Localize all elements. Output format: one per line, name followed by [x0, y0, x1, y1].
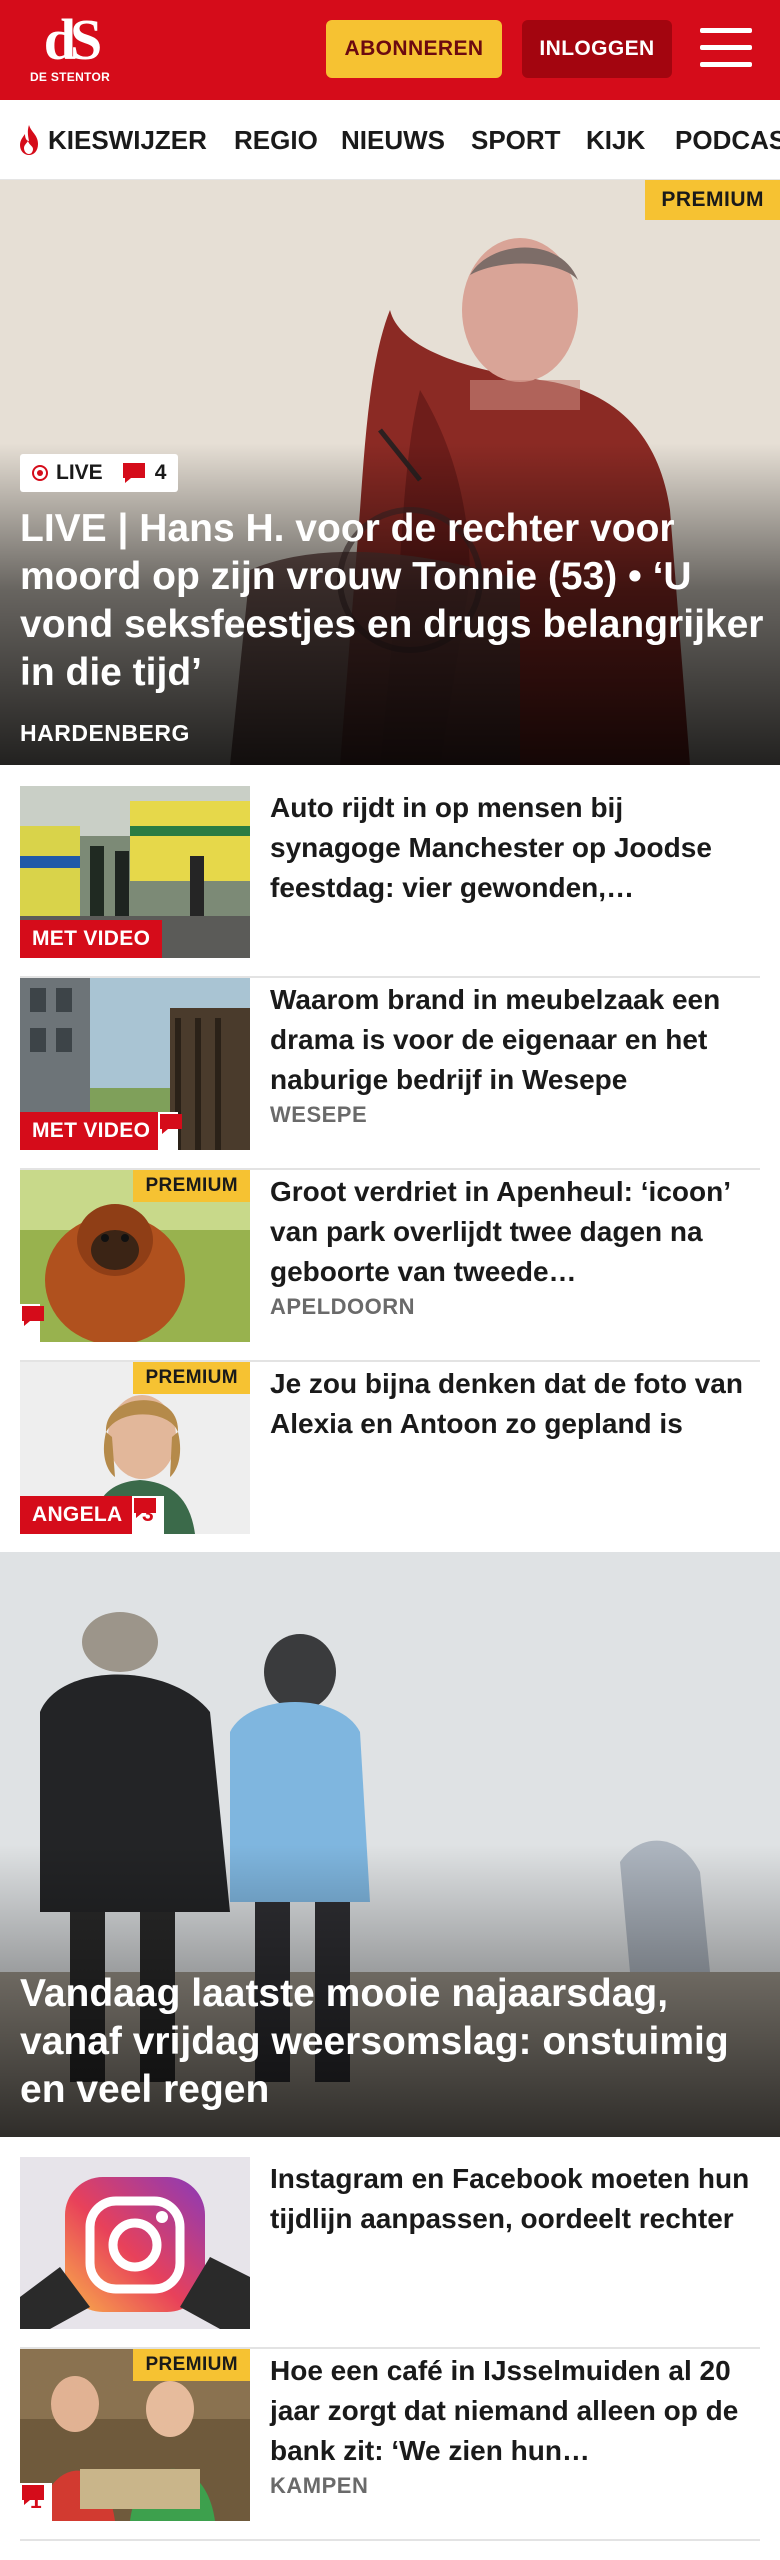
article-location: APELDOORN: [270, 1294, 416, 1319]
nav-item-regio[interactable]: REGIO: [234, 100, 318, 179]
article-thumbnail: PREMIUM 1: [20, 2349, 250, 2521]
site-logo[interactable]: dS DE STENTOR: [24, 7, 116, 90]
live-dot-icon: [32, 465, 48, 481]
comment-icon: [122, 463, 145, 483]
article-location: WESEPE: [270, 1102, 368, 1127]
comment-icon: [160, 1114, 182, 1134]
live-label: LIVE: [56, 461, 103, 484]
hero-article[interactable]: PREMIUM LIVE 4 LIVE | Hans H. voor de re…: [0, 180, 780, 765]
article-title[interactable]: Waarom brand in meubelzaak een drama is …: [270, 980, 760, 1100]
article-thumbnail: MET VIDEO: [20, 978, 250, 1150]
article-location: KAMPEN: [270, 2473, 369, 2498]
article-thumbnail: MET VIDEO: [20, 786, 250, 958]
list-item[interactable]: PREMIUM ANGELA 3 Je zou bijna denken dat…: [20, 1362, 760, 1554]
article-thumbnail: [20, 2157, 250, 2329]
flame-icon: [20, 125, 38, 155]
list-item[interactable]: MET VIDEO Waarom brand in meubelzaak een…: [20, 978, 760, 1170]
article-title[interactable]: Instagram en Facebook moeten hun tijdlij…: [270, 2159, 760, 2239]
article-thumbnail: PREMIUM ANGELA 3: [20, 1362, 250, 1534]
comment-badge: [158, 1112, 182, 1150]
comment-badge: 1: [20, 2483, 52, 2521]
article-title[interactable]: Hoe een café in IJsselmuiden al 20 jaar …: [270, 2351, 760, 2471]
premium-badge: PREMIUM: [133, 1362, 250, 1394]
article-thumbnail: PREMIUM: [20, 1170, 250, 1342]
article-title[interactable]: Groot verdriet in Apenheul: ‘icoon’ van …: [270, 1172, 760, 1292]
nav-item-kijk[interactable]: KIJK: [586, 100, 645, 179]
hero-article[interactable]: Vandaag laatste mooie najaarsdag, vanaf …: [0, 1552, 780, 2137]
comment-icon: [22, 2485, 44, 2505]
login-button[interactable]: INLOGGEN: [522, 20, 672, 78]
list-item[interactable]: PREMIUM 1 Hoe een café in IJsselmuiden a…: [20, 2349, 760, 2541]
comment-icon: [134, 1498, 156, 1518]
video-badge: MET VIDEO: [20, 920, 163, 958]
subscribe-button[interactable]: ABONNEREN: [326, 20, 502, 78]
top-header: dS DE STENTOR ABONNEREN INLOGGEN: [0, 0, 780, 100]
nav-item-kieswijzer[interactable]: KIESWIJZER: [16, 100, 207, 179]
hero-title[interactable]: LIVE | Hans H. voor de rechter voor moor…: [20, 505, 765, 697]
video-badge: MET VIDEO: [20, 1112, 163, 1150]
list-item[interactable]: Instagram en Facebook moeten hun tijdlij…: [20, 2157, 760, 2349]
live-badge: LIVE 4: [20, 454, 179, 492]
logo-text: DE STENTOR: [29, 70, 111, 84]
hamburger-menu-icon[interactable]: [700, 28, 752, 70]
nav-label: KIESWIJZER: [48, 124, 207, 155]
comment-badge: 3: [132, 1496, 164, 1534]
comment-badge: [20, 1304, 44, 1342]
premium-badge: PREMIUM: [645, 180, 780, 220]
list-item[interactable]: MET VIDEO Auto rijdt in op mensen bij sy…: [20, 786, 760, 978]
article-title[interactable]: Auto rijdt in op mensen bij synagoge Man…: [270, 788, 760, 908]
nav-item-sport[interactable]: SPORT: [471, 100, 561, 179]
premium-badge: PREMIUM: [133, 2349, 250, 2381]
hero-location: HARDENBERG: [20, 720, 190, 746]
list-item[interactable]: PREMIUM Groot verdriet in Apenheul: ‘ico…: [20, 1170, 760, 1362]
comment-count: 4: [154, 461, 167, 484]
hero-title[interactable]: Vandaag laatste mooie najaarsdag, vanaf …: [20, 1970, 765, 2114]
premium-badge: PREMIUM: [133, 1170, 250, 1202]
thumbnail-image: [20, 2157, 250, 2329]
logo-mark: dS: [43, 7, 103, 72]
article-title[interactable]: Je zou bijna denken dat de foto van Alex…: [270, 1364, 760, 1444]
main-navigation: KIESWIJZER REGIO NIEUWS SPORT KIJK PODCA…: [0, 100, 780, 180]
author-badge: ANGELA: [20, 1496, 135, 1534]
nav-item-podcast[interactable]: PODCAS: [675, 100, 780, 179]
comment-icon: [22, 1306, 44, 1326]
nav-item-nieuws[interactable]: NIEUWS: [341, 100, 445, 179]
